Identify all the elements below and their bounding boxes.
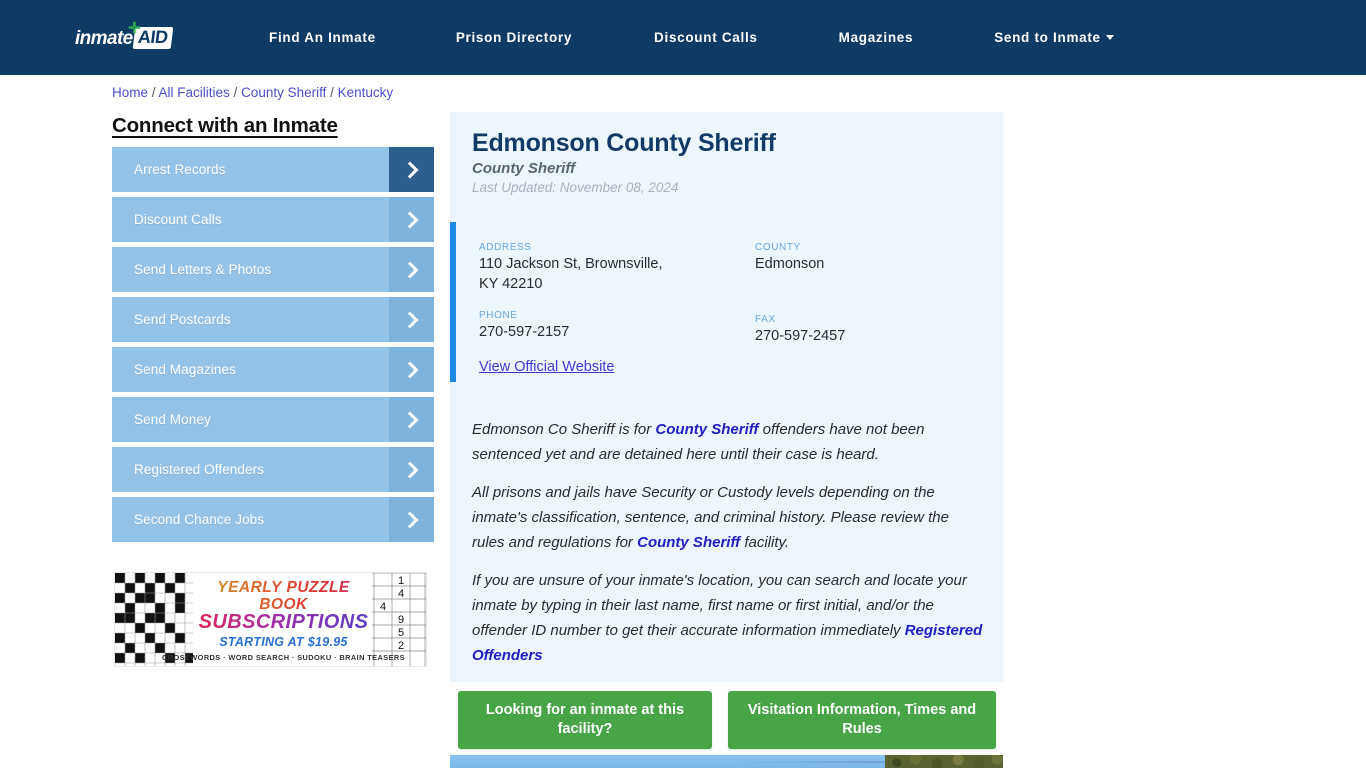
sidebar-item-send-money[interactable]: Send Money: [112, 397, 434, 442]
sidebar-item-registered-offenders[interactable]: Registered Offenders: [112, 447, 434, 492]
sidebar-item-label: Send Letters & Photos: [134, 262, 272, 277]
breadcrumb-item-kentucky[interactable]: Kentucky: [338, 85, 394, 100]
sidebar-item-second-chance-jobs[interactable]: Second Chance Jobs: [112, 497, 434, 542]
svg-text:4: 4: [398, 588, 404, 600]
svg-text:1: 1: [398, 575, 404, 587]
sidebar-item-arrest-records[interactable]: Arrest Records: [112, 147, 434, 192]
address-value: 110 Jackson St, Brownsville, KY 42210: [479, 255, 729, 294]
chevron-right-icon: [389, 247, 434, 292]
ad-headline-1: YEARLY PUZZLE BOOK: [193, 579, 374, 613]
breadcrumb-separator: /: [326, 85, 338, 100]
facility-info-panel: Edmonson County Sheriff County Sheriff L…: [450, 112, 1003, 682]
ad-headline-2: SUBSCRIPTIONS: [198, 611, 369, 634]
description-paragraph-2: All prisons and jails have Security or C…: [472, 480, 984, 555]
last-updated-text: Last Updated: November 08, 2024: [472, 180, 679, 195]
page-title: Edmonson County Sheriff: [472, 129, 776, 157]
chevron-right-icon: [389, 447, 434, 492]
chevron-right-icon: [389, 147, 434, 192]
logo-plus-icon: ✛: [127, 20, 141, 38]
looking-for-inmate-button[interactable]: Looking for an inmate at this facility?: [458, 691, 712, 749]
description-paragraph-1: Edmonson Co Sheriff is for County Sherif…: [472, 417, 984, 467]
facility-type: County Sheriff: [472, 160, 576, 177]
sidebar-item-label: Send Magazines: [134, 362, 236, 377]
address-line-1: 110 Jackson St, Brownsville,: [479, 256, 663, 272]
fax-value: 270-597-2457: [755, 327, 846, 344]
nav-item-discount-calls[interactable]: Discount Calls: [654, 30, 758, 45]
photo-tree-foliage: [885, 755, 1003, 768]
breadcrumb: Home / All Facilities / County Sheriff /…: [112, 85, 393, 100]
breadcrumb-separator: /: [148, 85, 159, 100]
breadcrumb-separator: /: [229, 85, 242, 100]
sidebar-item-label: Send Postcards: [134, 312, 231, 327]
chevron-right-icon: [389, 297, 434, 342]
chevron-down-icon: [1105, 35, 1114, 40]
primary-nav-links: Find An Inmate Prison Directory Discount…: [269, 0, 1114, 75]
p2-text-b: facility.: [740, 534, 790, 552]
details-column-left: ADDRESS 110 Jackson St, Brownsville, KY …: [479, 242, 729, 343]
sidebar-item-label: Send Money: [134, 412, 211, 427]
facility-photo: [450, 755, 1003, 768]
nav-item-prison-directory[interactable]: Prison Directory: [456, 30, 572, 45]
svg-text:2: 2: [398, 640, 404, 652]
sidebar-item-send-magazines[interactable]: Send Magazines: [112, 347, 434, 392]
top-navigation-bar: inmate ✛ AID Find An Inmate Prison Direc…: [0, 0, 1366, 75]
county-sheriff-link-1[interactable]: County Sheriff: [655, 421, 758, 438]
phone-value: 270-597-2157: [479, 324, 570, 341]
chevron-right-icon: [389, 497, 434, 542]
phone-label: PHONE: [479, 310, 518, 322]
logo-word-aid: AID: [136, 27, 169, 48]
sidebar-item-send-letters-photos[interactable]: Send Letters & Photos: [112, 247, 434, 292]
sidebar-item-label: Arrest Records: [134, 162, 226, 177]
chevron-right-icon: [389, 397, 434, 442]
description-paragraph-3: If you are unsure of your inmate's locat…: [472, 568, 984, 668]
nav-item-send-to-inmate-label: Send to Inmate: [994, 30, 1101, 45]
county-value: Edmonson: [755, 256, 825, 272]
fax-label: FAX: [755, 313, 776, 325]
sidebar-item-send-postcards[interactable]: Send Postcards: [112, 297, 434, 342]
view-official-website-link[interactable]: View Official Website: [479, 359, 614, 375]
svg-text:5: 5: [398, 627, 404, 639]
chevron-right-icon: [389, 197, 434, 242]
svg-text:9: 9: [398, 614, 404, 626]
puzzle-book-ad-banner[interactable]: 1 4 4 9 5 2 YEARLY PUZZLE BOOK SUBSCRIPT…: [114, 572, 427, 667]
breadcrumb-item-all-facilities[interactable]: All Facilities: [159, 85, 230, 100]
sidebar-item-label: Registered Offenders: [134, 462, 265, 477]
nav-item-magazines[interactable]: Magazines: [839, 30, 914, 45]
county-sheriff-link-2[interactable]: County Sheriff: [637, 534, 740, 551]
ad-categories-line: CROSSWORDS · WORD SEARCH · SUDOKU · BRAI…: [162, 653, 405, 663]
nav-item-find-an-inmate[interactable]: Find An Inmate: [269, 30, 376, 45]
breadcrumb-item-county-sheriff[interactable]: County Sheriff: [241, 85, 326, 100]
logo-word-inmate: inmate: [75, 27, 133, 49]
ad-price-line: STARTING AT $19.95: [219, 635, 348, 650]
chevron-right-icon: [389, 347, 434, 392]
county-label: COUNTY: [755, 242, 801, 253]
p3-text-a: If you are unsure of your inmate's locat…: [472, 572, 967, 640]
address-label: ADDRESS: [479, 242, 532, 253]
accent-bar: [450, 222, 456, 382]
details-column-right: COUNTY Edmonson FAX 270-597-2457: [755, 242, 985, 346]
site-logo[interactable]: inmate ✛ AID: [75, 20, 173, 50]
nav-item-send-to-inmate[interactable]: Send to Inmate: [994, 30, 1114, 45]
logo-aid-badge: ✛ AID: [128, 20, 173, 49]
p1-text-a: Edmonson Co Sheriff is for: [472, 421, 656, 438]
breadcrumb-item-home[interactable]: Home: [112, 85, 148, 100]
svg-text:4: 4: [380, 601, 386, 613]
sidebar-item-label: Second Chance Jobs: [134, 512, 265, 527]
visitation-information-button[interactable]: Visitation Information, Times and Rules: [728, 691, 996, 749]
puzzle-ad-text: YEARLY PUZZLE BOOK SUBSCRIPTIONS STARTIN…: [162, 573, 405, 666]
sidebar-item-discount-calls[interactable]: Discount Calls: [112, 197, 434, 242]
facility-description: Edmonson Co Sheriff is for County Sherif…: [472, 417, 984, 668]
sidebar-heading: Connect with an Inmate: [112, 114, 338, 137]
facility-details-block: ADDRESS 110 Jackson St, Brownsville, KY …: [450, 222, 1003, 382]
sidebar-item-label: Discount Calls: [134, 212, 222, 227]
address-line-2: KY 42210: [479, 275, 543, 292]
sidebar-menu: Arrest Records Discount Calls Send Lette…: [112, 147, 434, 547]
call-to-action-row: Looking for an inmate at this facility? …: [458, 691, 1003, 749]
